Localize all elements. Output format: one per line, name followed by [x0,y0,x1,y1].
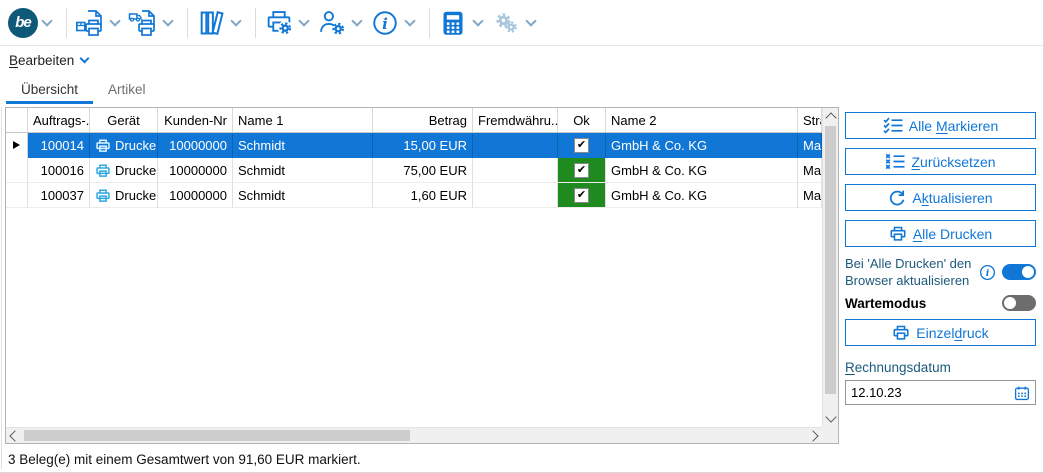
info-icon[interactable]: i [979,264,996,281]
main-toolbar: be [0,0,1043,46]
toolbar-separator [187,8,188,38]
library-icon[interactable] [195,7,227,39]
app-logo-icon[interactable]: be [8,8,38,38]
toolbar-separator [66,8,67,38]
checklist-x-icon [885,153,905,170]
calculator-icon[interactable] [437,7,469,39]
column-header-ok[interactable]: Ok [558,108,606,133]
zuruecksetzen-button[interactable]: Zurücksetzen [845,148,1036,175]
status-text: 3 Beleg(e) mit einem Gesamtwert von 91,6… [8,452,361,467]
svg-text:i: i [382,14,388,32]
column-header-name1[interactable]: Name 1 [233,108,373,133]
refresh-icon [888,189,906,207]
vertical-scrollbar-thumb[interactable] [825,126,836,394]
chevron-down-icon[interactable] [525,15,536,26]
column-header-auftrag[interactable]: Auftrags-... [28,108,90,133]
grid-header-row: Auftrags-... Gerät Kunden-Nr Name 1 Betr… [6,108,822,133]
chevron-down-icon[interactable] [230,15,241,26]
chevron-down-icon[interactable] [41,15,52,26]
window-edge [1,107,2,469]
chevron-down-icon[interactable] [162,15,173,26]
aktualisieren-button[interactable]: Aktualisieren [845,184,1036,211]
alle-drucken-button[interactable]: Alle Drucken [845,220,1036,247]
table-row[interactable]: 100014 Drucker 10000000 Schmidt 15,00 EU… [6,133,822,158]
chevron-down-icon[interactable] [404,15,415,26]
horizontal-scrollbar-thumb[interactable] [24,430,410,441]
printer-icon [95,138,111,153]
rechnungsdatum-label: Rechnungsdatum [845,360,1036,375]
settings-gears-icon[interactable] [490,7,522,39]
horizontal-scrollbar[interactable] [6,427,822,443]
tab-uebersicht[interactable]: Übersicht [6,73,93,106]
chevron-down-icon [80,54,90,64]
wartemodus-option: Wartemodus [845,295,1036,311]
browser-refresh-toggle[interactable] [1002,264,1036,280]
action-panel: Alle Markieren Zurücksetzen Aktualisiere… [845,112,1036,405]
scrollbar-corner [822,427,838,443]
einzeldruck-button[interactable]: Einzeldruck [845,319,1036,346]
column-header-fremdwaehrung[interactable]: Fremdwähru... [473,108,558,133]
table-row[interactable]: 100037 Drucker 10000000 Schmidt 1,60 EUR… [6,183,822,208]
tab-strip: Übersicht Artikel [0,73,1043,106]
ok-checkbox[interactable]: ✔ [574,138,589,153]
wartemodus-toggle[interactable] [1002,295,1036,311]
chevron-down-icon[interactable] [109,15,120,26]
printer-icon [95,163,111,178]
tab-artikel[interactable]: Artikel [93,73,161,106]
delivery-print-icon[interactable] [127,7,159,39]
calendar-icon[interactable] [1009,385,1035,401]
documents-grid: Auftrags-... Gerät Kunden-Nr Name 1 Betr… [5,107,839,444]
toolbar-separator [429,8,430,38]
column-header-strasse[interactable]: Stras [798,108,822,133]
scroll-right-icon[interactable] [807,430,818,441]
column-header-betrag[interactable]: Betrag [373,108,473,133]
menu-bearbeiten[interactable]: Bearbeiten [9,53,94,68]
user-settings-icon[interactable] [316,7,348,39]
info-icon[interactable]: i [369,7,401,39]
vertical-scrollbar[interactable] [822,108,838,427]
sales-print-icon[interactable] [74,7,106,39]
printer-icon [95,188,111,203]
browser-refresh-label: Bei 'Alle Drucken' den Browser aktualisi… [845,255,975,289]
ok-checkbox[interactable]: ✔ [574,188,589,203]
menubar: Bearbeiten [0,47,1043,73]
column-header-geraet[interactable]: Gerät [90,108,158,133]
rechnungsdatum-field [845,380,1036,405]
rechnungsdatum-input[interactable] [846,385,1009,400]
chevron-down-icon[interactable] [298,15,309,26]
column-header-kunden-nr[interactable]: Kunden-Nr [158,108,233,133]
printer-icon [889,225,907,242]
header-selector-cell [6,108,28,133]
browser-refresh-option: Bei 'Alle Drucken' den Browser aktualisi… [845,255,1036,289]
toggle-knob [1004,297,1016,309]
current-row-marker-icon [13,141,20,149]
table-row[interactable]: 100016 Drucker 10000000 Schmidt 75,00 EU… [6,158,822,183]
checklist-check-icon [883,117,903,134]
column-header-name2[interactable]: Name 2 [606,108,798,133]
chevron-down-icon[interactable] [472,15,483,26]
invoice-print-window: be [0,0,1044,473]
svg-text:i: i [986,268,990,279]
scroll-down-icon[interactable] [825,411,836,422]
chevron-down-icon[interactable] [351,15,362,26]
alle-markieren-button[interactable]: Alle Markieren [845,112,1036,139]
toolbar-separator [255,8,256,38]
toggle-knob [1022,266,1034,278]
scroll-up-icon[interactable] [825,112,836,123]
scroll-left-icon[interactable] [9,430,20,441]
printer-icon [892,324,910,341]
status-bar: 3 Beleg(e) mit einem Gesamtwert von 91,6… [0,446,1043,472]
ok-checkbox[interactable]: ✔ [574,163,589,178]
print-settings-icon[interactable] [263,7,295,39]
